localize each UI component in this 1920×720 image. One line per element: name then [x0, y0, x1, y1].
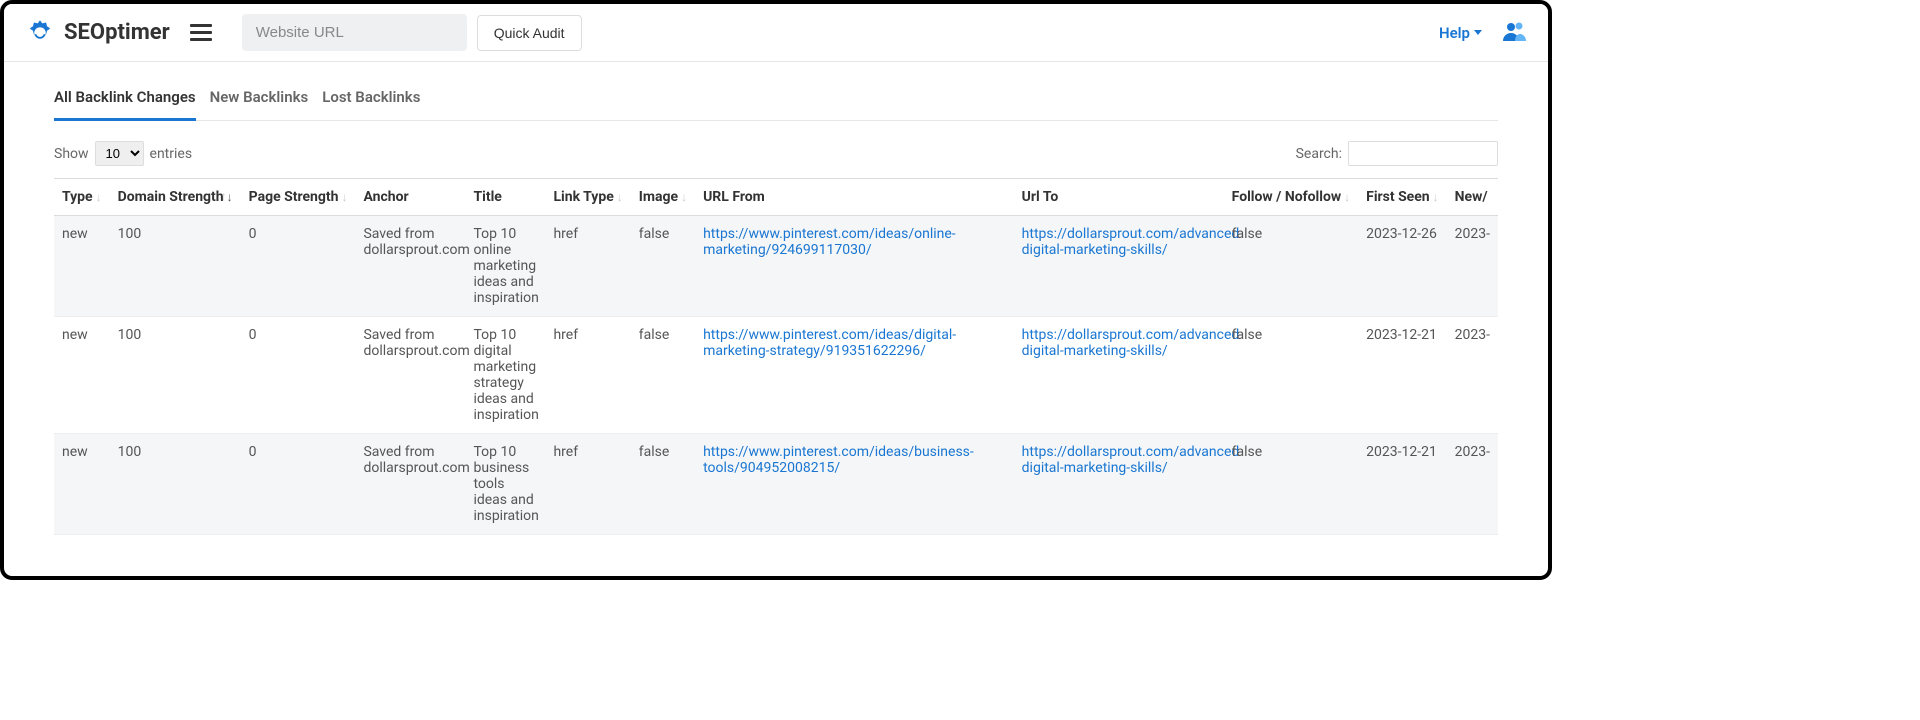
cell-image: false	[631, 216, 695, 317]
cell-anchor: Saved from dollarsprout.com	[355, 317, 465, 434]
quick-audit-button[interactable]: Quick Audit	[477, 15, 582, 51]
url-to-link[interactable]: https://dollarsprout.com/advanced-digita…	[1022, 327, 1244, 359]
cell-type: new	[54, 317, 110, 434]
cell-link-type: href	[545, 317, 630, 434]
search-label: Search:	[1296, 146, 1342, 162]
table-row: new1000Saved from dollarsprout.comTop 10…	[54, 216, 1498, 317]
cell-domain-strength: 100	[110, 434, 241, 535]
table-row: new1000Saved from dollarsprout.comTop 10…	[54, 434, 1498, 535]
users-icon[interactable]	[1502, 20, 1528, 46]
cell-page-strength: 0	[241, 434, 356, 535]
cell-link-type: href	[545, 216, 630, 317]
cell-first-seen: 2023-12-26	[1358, 216, 1447, 317]
cell-url-from: https://www.pinterest.com/ideas/business…	[695, 434, 1014, 535]
search-input[interactable]	[1348, 141, 1498, 166]
table-controls: Show 10 entries Search:	[54, 141, 1498, 166]
website-url-input[interactable]	[242, 14, 467, 51]
cell-new-lost: 2023-	[1447, 434, 1498, 535]
col-new-lost[interactable]: New/	[1447, 179, 1498, 216]
col-type[interactable]: Type	[54, 179, 110, 216]
cell-new-lost: 2023-	[1447, 317, 1498, 434]
cell-domain-strength: 100	[110, 216, 241, 317]
cell-new-lost: 2023-	[1447, 216, 1498, 317]
content: All Backlink Changes New Backlinks Lost …	[4, 62, 1548, 535]
logo-text: SEOptimer	[64, 20, 170, 45]
col-title[interactable]: Title	[465, 179, 545, 216]
page-size-select[interactable]: 10	[95, 141, 144, 166]
tabs: All Backlink Changes New Backlinks Lost …	[54, 82, 1498, 121]
help-dropdown[interactable]: Help	[1439, 24, 1482, 42]
cell-url-from: https://www.pinterest.com/ideas/online-m…	[695, 216, 1014, 317]
col-link-type[interactable]: Link Type	[545, 179, 630, 216]
tab-all-backlink-changes[interactable]: All Backlink Changes	[54, 82, 196, 121]
cell-url-to: https://dollarsprout.com/advanced-digita…	[1014, 216, 1224, 317]
cell-title: Top 10 digital marketing strategy ideas …	[465, 317, 545, 434]
url-from-link[interactable]: https://www.pinterest.com/ideas/online-m…	[703, 226, 956, 258]
col-url-from[interactable]: URL From	[695, 179, 1014, 216]
cell-type: new	[54, 216, 110, 317]
cell-first-seen: 2023-12-21	[1358, 434, 1447, 535]
cell-first-seen: 2023-12-21	[1358, 317, 1447, 434]
cell-url-to: https://dollarsprout.com/advanced-digita…	[1014, 317, 1224, 434]
topbar: SEOptimer Quick Audit Help	[4, 4, 1548, 62]
show-label: Show	[54, 146, 89, 162]
cell-follow: false	[1224, 434, 1358, 535]
url-to-link[interactable]: https://dollarsprout.com/advanced-digita…	[1022, 444, 1244, 476]
tab-lost-backlinks[interactable]: Lost Backlinks	[322, 82, 420, 120]
cell-page-strength: 0	[241, 317, 356, 434]
tab-new-backlinks[interactable]: New Backlinks	[210, 82, 309, 120]
col-url-to[interactable]: Url To	[1014, 179, 1224, 216]
cell-follow: false	[1224, 317, 1358, 434]
cell-url-to: https://dollarsprout.com/advanced-digita…	[1014, 434, 1224, 535]
cell-anchor: Saved from dollarsprout.com	[355, 434, 465, 535]
url-from-link[interactable]: https://www.pinterest.com/ideas/digital-…	[703, 327, 956, 359]
logo[interactable]: SEOptimer	[24, 17, 170, 49]
backlinks-table: Type Domain Strength Page Strength Ancho…	[54, 178, 1498, 535]
cell-url-from: https://www.pinterest.com/ideas/digital-…	[695, 317, 1014, 434]
cell-link-type: href	[545, 434, 630, 535]
url-from-link[interactable]: https://www.pinterest.com/ideas/business…	[703, 444, 974, 476]
cell-title: Top 10 online marketing ideas and inspir…	[465, 216, 545, 317]
entries-label: entries	[150, 146, 193, 162]
col-image[interactable]: Image	[631, 179, 695, 216]
menu-icon[interactable]	[190, 24, 212, 41]
cell-type: new	[54, 434, 110, 535]
col-anchor[interactable]: Anchor	[355, 179, 465, 216]
col-first-seen[interactable]: First Seen	[1358, 179, 1447, 216]
cell-page-strength: 0	[241, 216, 356, 317]
cell-image: false	[631, 434, 695, 535]
cell-anchor: Saved from dollarsprout.com	[355, 216, 465, 317]
cell-domain-strength: 100	[110, 317, 241, 434]
col-domain-strength[interactable]: Domain Strength	[110, 179, 241, 216]
table-row: new1000Saved from dollarsprout.comTop 10…	[54, 317, 1498, 434]
url-to-link[interactable]: https://dollarsprout.com/advanced-digita…	[1022, 226, 1244, 258]
cell-follow: false	[1224, 216, 1358, 317]
col-follow[interactable]: Follow / Nofollow	[1224, 179, 1358, 216]
gear-icon	[24, 17, 56, 49]
cell-image: false	[631, 317, 695, 434]
cell-title: Top 10 business tools ideas and inspirat…	[465, 434, 545, 535]
col-page-strength[interactable]: Page Strength	[241, 179, 356, 216]
